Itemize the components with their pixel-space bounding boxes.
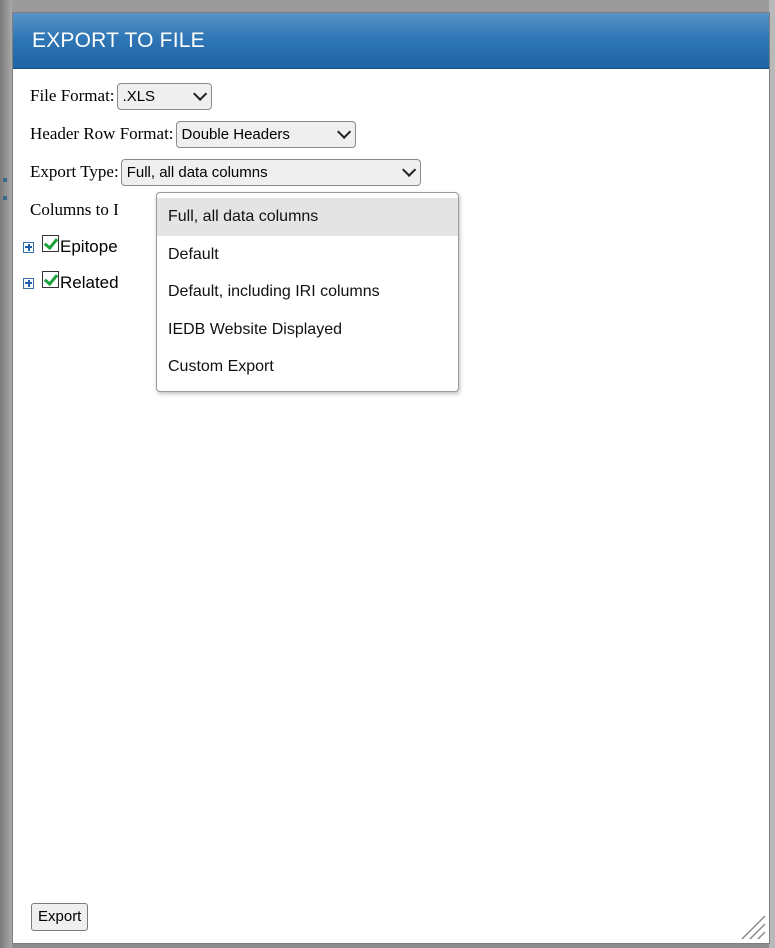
dialog-title: EXPORT TO FILE (32, 28, 205, 52)
dropdown-option-default-iri[interactable]: Default, including IRI columns (157, 273, 458, 311)
dropdown-option-full[interactable]: Full, all data columns (157, 198, 458, 236)
background-marker (3, 178, 7, 182)
header-row-format-select[interactable]: Double Headers (175, 120, 356, 148)
export-type-dropdown-list: Full, all data columns Default Default, … (156, 192, 459, 392)
tree-item-label: Related (60, 273, 119, 292)
dialog-titlebar[interactable]: EXPORT TO FILE (13, 13, 769, 69)
export-dialog: EXPORT TO FILE File Format: .XLS Header … (12, 12, 770, 944)
file-format-select[interactable]: .XLS (116, 82, 212, 110)
dropdown-option-iedb-website[interactable]: IEDB Website Displayed (157, 311, 458, 349)
background-marker (3, 196, 7, 200)
file-format-value: .XLS (122, 87, 156, 105)
columns-label: Columns to I (30, 200, 119, 219)
file-format-label: File Format: (30, 86, 115, 105)
export-type-row: Export Type: Full, all data columns (30, 153, 769, 191)
chevron-down-icon (401, 162, 416, 177)
dropdown-option-default[interactable]: Default (157, 236, 458, 274)
header-row-format-row: Header Row Format: Double Headers (30, 115, 769, 153)
header-row-format-value: Double Headers (181, 125, 290, 143)
header-row-format-label: Header Row Format: (30, 124, 174, 143)
expand-icon[interactable] (23, 241, 34, 253)
export-button[interactable]: Export (31, 903, 89, 931)
tree-item-label: Epitope (60, 237, 118, 256)
background-app-top (0, 0, 775, 12)
checkbox-checked-icon[interactable] (42, 234, 59, 252)
background-app-left (0, 0, 12, 948)
checkbox-checked-icon[interactable] (42, 270, 59, 288)
chevron-down-icon (192, 86, 207, 101)
chevron-down-icon (336, 124, 351, 139)
expand-icon[interactable] (23, 277, 34, 289)
export-type-select[interactable]: Full, all data columns (120, 158, 421, 186)
dropdown-option-custom[interactable]: Custom Export (157, 348, 458, 386)
export-type-label: Export Type: (30, 162, 119, 181)
resize-grip-icon[interactable] (738, 912, 766, 940)
export-type-value: Full, all data columns (126, 163, 268, 181)
file-format-row: File Format: .XLS (30, 77, 769, 115)
